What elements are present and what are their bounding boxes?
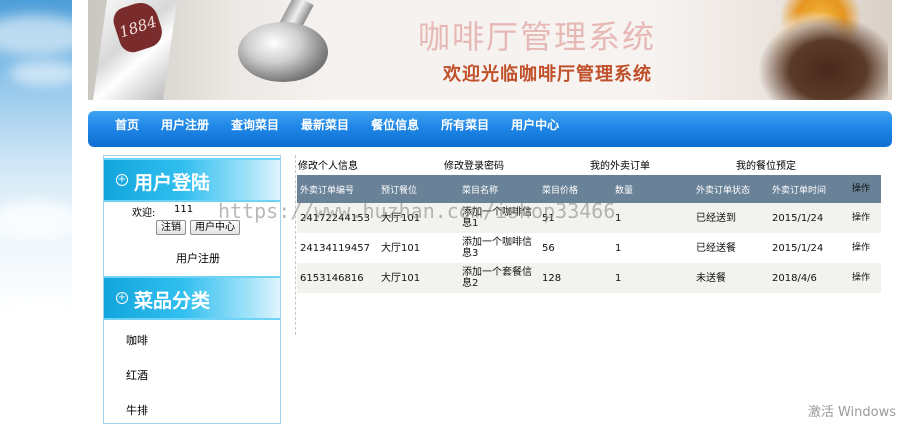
col-quantity: 数量 — [612, 175, 693, 203]
login-box: 欢迎: 111 注销 用户中心 用户注册 — [104, 204, 280, 274]
table-row: 24172244153 大厅101 添加一个咖啡信息1 51 1 已经送到 20… — [297, 203, 881, 233]
spoon-image — [238, 22, 328, 82]
cell-dish-name: 添加一个咖啡信息1 — [459, 203, 539, 233]
nav-register[interactable]: 用户注册 — [161, 114, 209, 136]
my-takeout-orders-link[interactable]: 我的外卖订单 — [590, 157, 650, 172]
sky-cloud — [0, 200, 80, 240]
cell-quantity: 1 — [612, 233, 693, 263]
cell-dish-name: 添加一个咖啡信息3 — [459, 233, 539, 263]
windows-activation-notice: 激活 Windows — [807, 405, 896, 420]
site-subtitle: 欢迎光临咖啡厅管理系统 — [443, 64, 652, 85]
user-center-button[interactable]: 用户中心 — [190, 220, 240, 235]
cell-quantity: 1 — [612, 263, 693, 293]
category-panel-header: + 菜品分类 — [104, 276, 280, 320]
cell-time: 2018/4/6 — [769, 263, 849, 293]
my-seat-booking-link[interactable]: 我的餐位预定 — [736, 157, 796, 172]
sky-cloud — [10, 60, 80, 86]
cell-order-id: 24172244153 — [297, 203, 378, 233]
category-item-wine[interactable]: 红酒 — [104, 367, 280, 402]
cell-dish-name: 添加一个套餐信息2 — [459, 263, 539, 293]
orders-table: 外卖订单编号 预订餐位 菜目名称 菜目价格 数量 外卖订单状态 外卖订单时间 操… — [297, 175, 881, 293]
category-item-steak[interactable]: 牛排 — [104, 402, 280, 424]
header-banner: 1884 咖啡厅管理系统 欢迎光临咖啡厅管理系统 — [88, 0, 892, 100]
col-order-id: 外卖订单编号 — [297, 175, 378, 203]
col-time: 外卖订单时间 — [769, 175, 849, 203]
table-header-row: 外卖订单编号 预订餐位 菜目名称 菜目价格 数量 外卖订单状态 外卖订单时间 操… — [297, 175, 881, 203]
col-price: 菜目价格 — [539, 175, 612, 203]
col-status: 外卖订单状态 — [693, 175, 769, 203]
table-row: 6153146816 大厅101 添加一个套餐信息2 128 1 未送餐 201… — [297, 263, 881, 293]
sidebar: + 用户登陆 欢迎: 111 注销 用户中心 用户注册 + 菜品分类 咖啡 红酒… — [103, 155, 281, 424]
welcome-label: 欢迎: — [132, 208, 156, 219]
login-buttons: 注销 用户中心 — [156, 220, 240, 235]
cell-status: 已经送餐 — [693, 233, 769, 263]
edit-profile-link[interactable]: 修改个人信息 — [298, 157, 358, 172]
nav-seat-info[interactable]: 餐位信息 — [371, 114, 419, 136]
cell-status: 已经送到 — [693, 203, 769, 233]
cell-time: 2015/1/24 — [769, 233, 849, 263]
page-container: 1884 咖啡厅管理系统 欢迎光临咖啡厅管理系统 首页 用户注册 查询菜目 最新… — [72, 0, 900, 424]
cell-order-id: 6153146816 — [297, 263, 378, 293]
login-panel-title: 用户登陆 — [134, 172, 211, 194]
col-dish-name: 菜目名称 — [459, 175, 539, 203]
main-content: 修改个人信息 修改登录密码 我的外卖订单 我的餐位预定 外卖订单编号 预订餐位 … — [295, 155, 881, 335]
cell-price: 51 — [539, 203, 612, 233]
category-panel-title: 菜品分类 — [134, 290, 211, 312]
nav-search-menu[interactable]: 查询菜目 — [231, 114, 279, 136]
dessert-image — [738, 0, 888, 100]
change-password-link[interactable]: 修改登录密码 — [444, 157, 504, 172]
logout-button[interactable]: 注销 — [156, 220, 186, 235]
login-panel-header: + 用户登陆 — [104, 158, 280, 202]
register-link[interactable]: 用户注册 — [176, 250, 220, 266]
col-seat: 预订餐位 — [378, 175, 459, 203]
cell-seat: 大厅101 — [378, 263, 459, 293]
col-action: 操作 — [849, 175, 881, 203]
plus-circle-icon: + — [116, 174, 128, 186]
sky-cloud — [0, 300, 75, 330]
username-text: 111 — [174, 204, 194, 215]
category-list: 咖啡 红酒 牛排 — [104, 322, 280, 424]
cell-quantity: 1 — [612, 203, 693, 233]
action-link[interactable]: 操作 — [849, 233, 881, 263]
cell-order-id: 24134119457 — [297, 233, 378, 263]
action-link[interactable]: 操作 — [849, 203, 881, 233]
cell-price: 128 — [539, 263, 612, 293]
plus-circle-icon: + — [116, 292, 128, 304]
cell-time: 2015/1/24 — [769, 203, 849, 233]
site-title: 咖啡厅管理系统 — [418, 18, 657, 56]
user-sublinks: 修改个人信息 修改登录密码 我的外卖订单 我的餐位预定 — [296, 155, 881, 175]
category-item-coffee[interactable]: 咖啡 — [104, 332, 280, 367]
nav-new-menu[interactable]: 最新菜目 — [301, 114, 349, 136]
nav-home[interactable]: 首页 — [115, 114, 139, 136]
nav-user-center[interactable]: 用户中心 — [511, 114, 559, 136]
table-row: 24134119457 大厅101 添加一个咖啡信息3 56 1 已经送餐 20… — [297, 233, 881, 263]
cell-price: 56 — [539, 233, 612, 263]
nav-all-menu[interactable]: 所有菜目 — [441, 114, 489, 136]
cell-seat: 大厅101 — [378, 203, 459, 233]
action-link[interactable]: 操作 — [849, 263, 881, 293]
cell-seat: 大厅101 — [378, 233, 459, 263]
cell-status: 未送餐 — [693, 263, 769, 293]
main-nav: 首页 用户注册 查询菜目 最新菜目 餐位信息 所有菜目 用户中心 — [88, 111, 892, 147]
